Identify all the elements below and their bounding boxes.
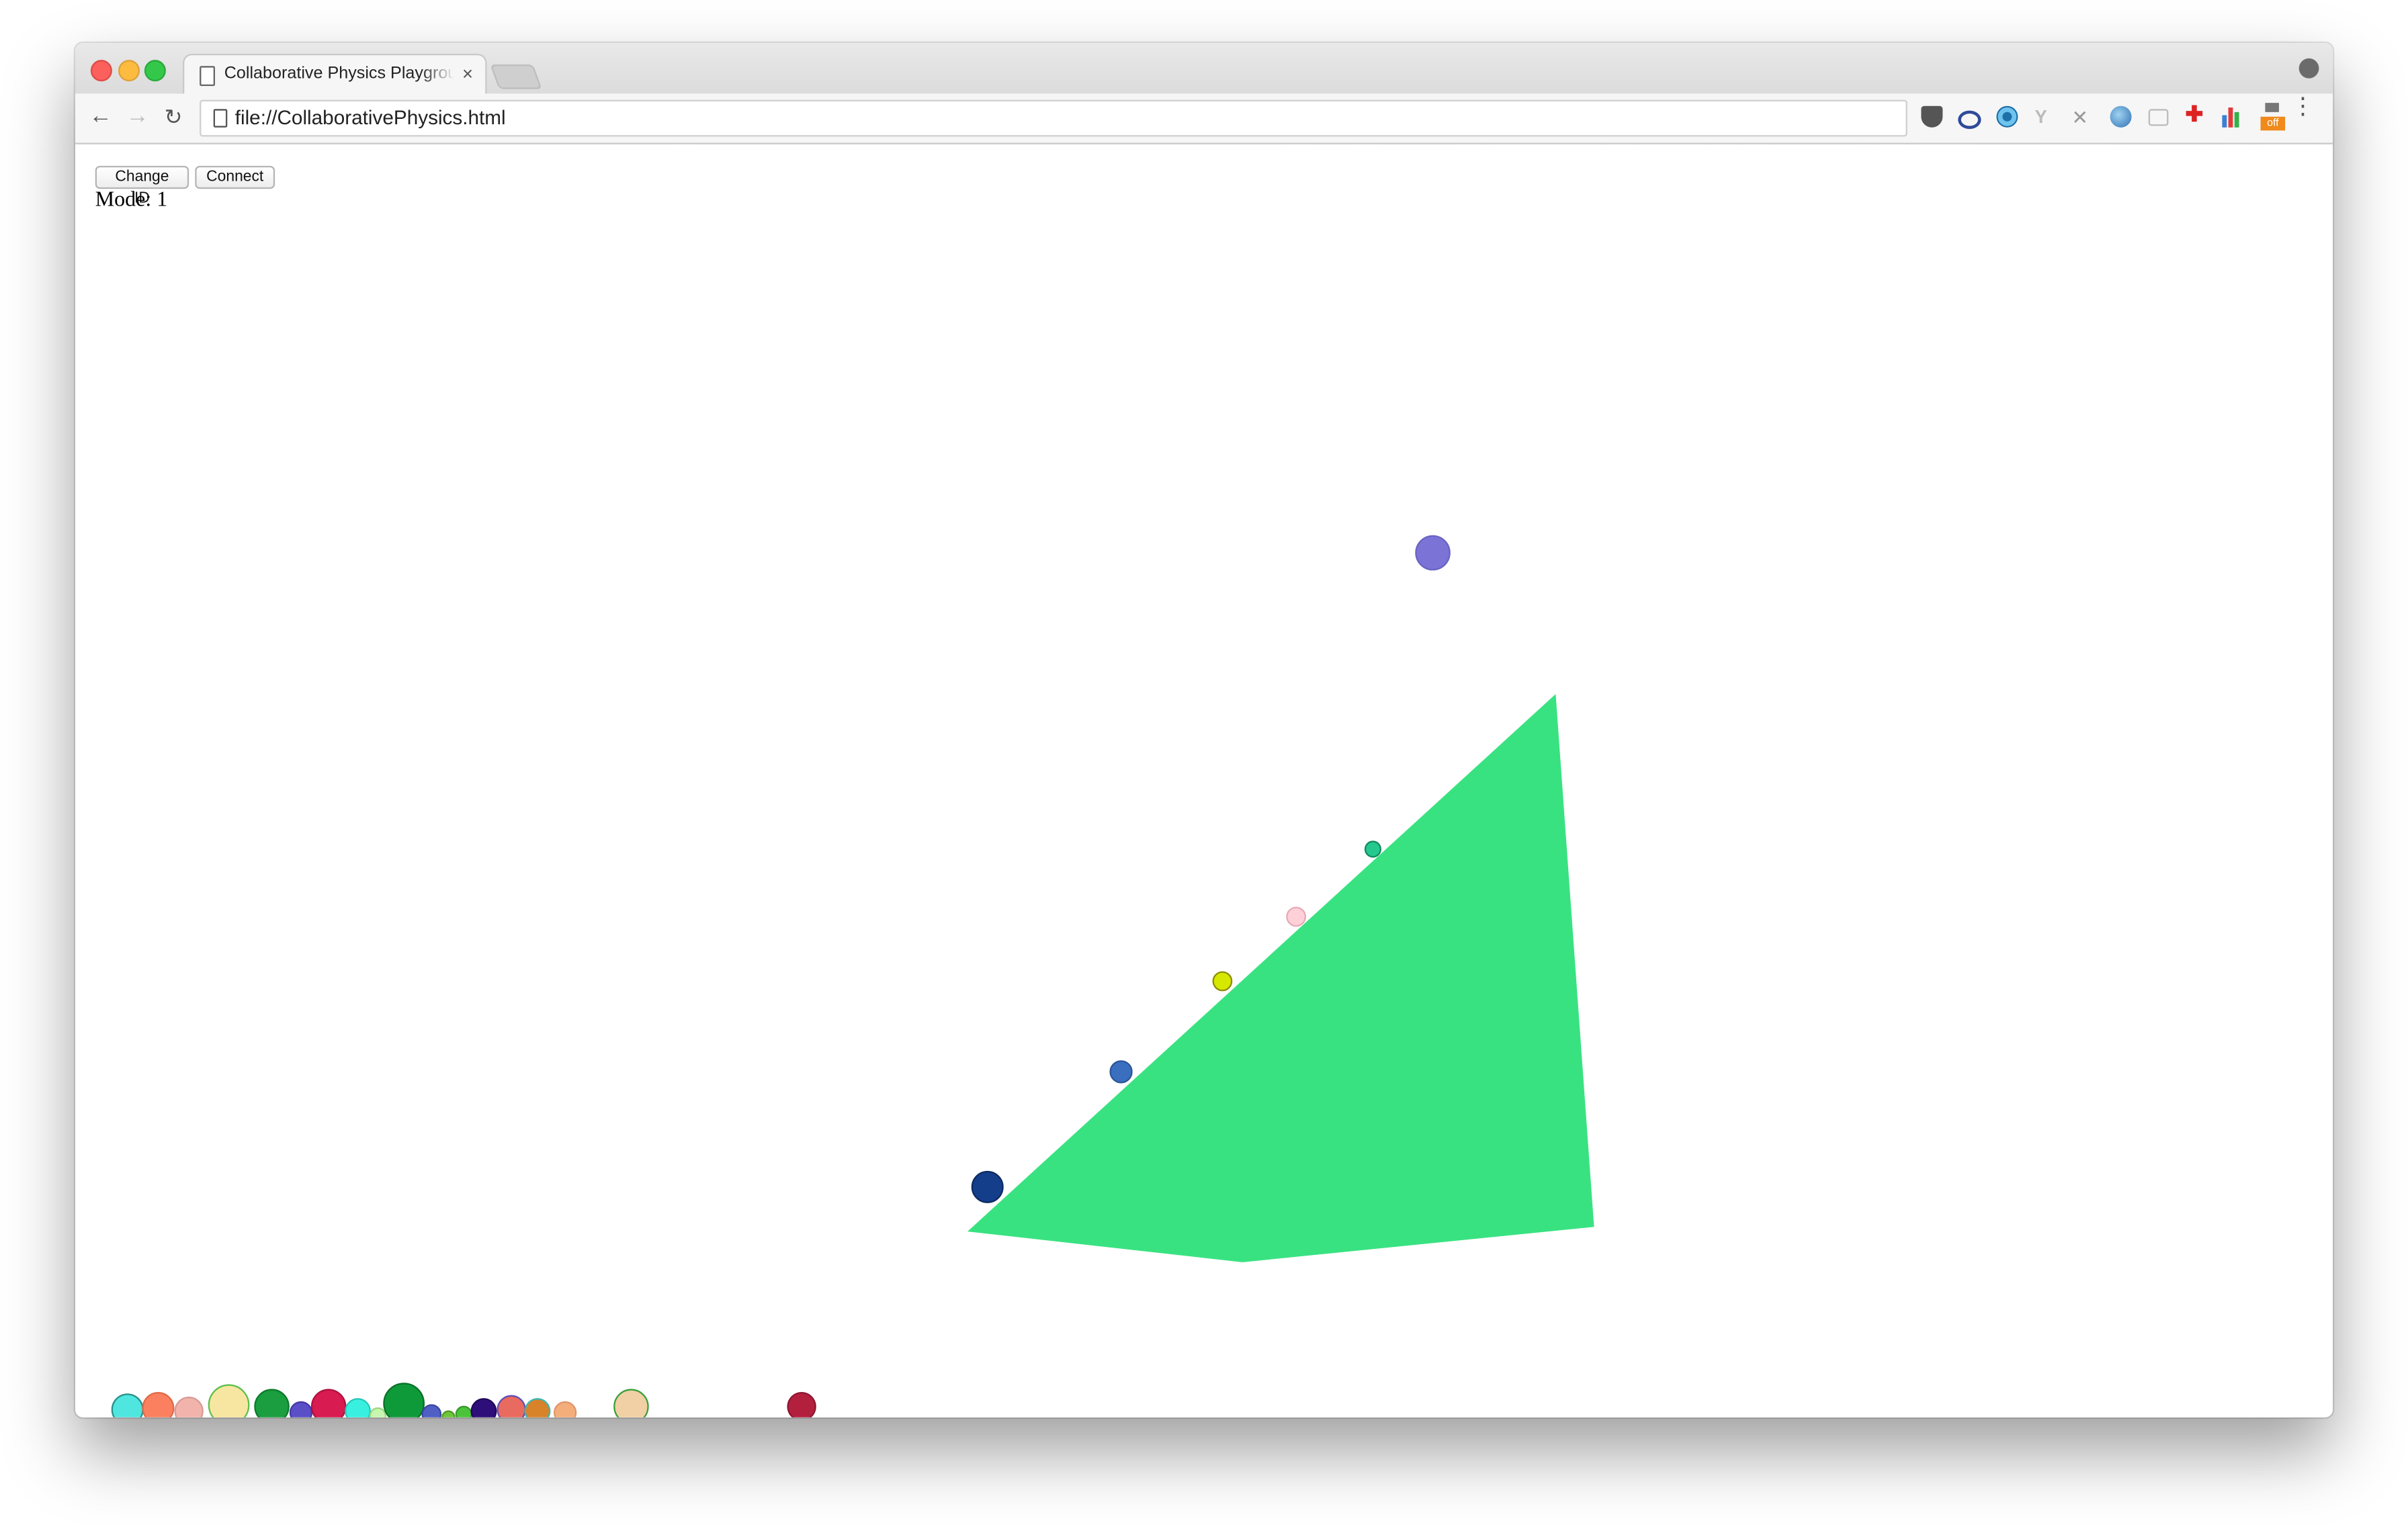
ball-deep-purple[interactable]: [470, 1398, 497, 1418]
globe-extension-icon[interactable]: [2110, 105, 2132, 128]
ball-orange[interactable]: [524, 1398, 551, 1418]
ball-salmon[interactable]: [142, 1391, 175, 1418]
green-polygon[interactable]: [967, 694, 1594, 1262]
ball-grass[interactable]: [455, 1405, 472, 1418]
tab-title: Collaborative Physics Playground: [224, 64, 455, 83]
target-extension-icon[interactable]: [1996, 105, 2018, 128]
plus-extension-icon[interactable]: ✚: [2186, 101, 2207, 126]
maximize-window-button[interactable]: [144, 60, 166, 82]
tab-close-icon[interactable]: ×: [462, 63, 473, 85]
change-id-button[interactable]: Change ID: [95, 165, 189, 208]
bag-icon: [2265, 103, 2279, 112]
ball-indigo[interactable]: [289, 1401, 313, 1418]
ball-navy[interactable]: [971, 1170, 1004, 1203]
menu-dots-icon[interactable]: ⋮: [2291, 95, 2314, 118]
profile-icon[interactable]: [2298, 58, 2319, 79]
address-bar[interactable]: file://CollaborativePhysics.html: [200, 99, 1907, 137]
off-extension-icon[interactable]: off: [2260, 103, 2286, 131]
mode-label: Mode: 1: [95, 189, 168, 212]
ball-tan[interactable]: [613, 1389, 649, 1418]
forward-arrow-icon[interactable]: →: [126, 103, 148, 129]
ball-lime[interactable]: [441, 1410, 456, 1418]
url-text[interactable]: file://CollaborativePhysics.html: [235, 106, 506, 129]
eye-extension-icon[interactable]: [1958, 110, 1981, 129]
file-icon: [213, 109, 228, 128]
ball-pink[interactable]: [1286, 906, 1306, 927]
page-viewport: Change ID Connect Mode: 1: [75, 144, 2333, 1418]
ball-coral[interactable]: [497, 1395, 526, 1418]
reload-icon[interactable]: ↻: [165, 104, 183, 130]
ball-green[interactable]: [254, 1389, 290, 1418]
pin-extension-icon[interactable]: ✕: [2071, 106, 2093, 129]
ball-cream[interactable]: [208, 1384, 250, 1418]
browser-tab[interactable]: Collaborative Physics Playground ×: [182, 53, 487, 95]
ball-crimson[interactable]: [310, 1389, 347, 1418]
ball-maroon[interactable]: [787, 1391, 816, 1418]
physics-canvas[interactable]: [75, 144, 2333, 1418]
ball-forest[interactable]: [383, 1383, 425, 1418]
screen: Collaborative Physics Playground × ← → ↻…: [0, 0, 2408, 1525]
chat-extension-icon[interactable]: [2148, 109, 2169, 126]
title-bar: Collaborative Physics Playground ×: [75, 42, 2333, 95]
ball-aqua[interactable]: [345, 1398, 371, 1418]
page-icon: [200, 66, 215, 86]
ball-peach[interactable]: [553, 1401, 577, 1418]
browser-window: Collaborative Physics Playground × ← → ↻…: [75, 42, 2333, 1418]
ball-slate-blue[interactable]: [421, 1404, 442, 1418]
ball-blue-purple[interactable]: [1415, 535, 1451, 571]
ball-teal[interactable]: [1364, 840, 1381, 858]
pocket-extension-icon[interactable]: [1921, 105, 1943, 128]
ball-pale-green[interactable]: [369, 1407, 386, 1418]
ball-steel-blue[interactable]: [1109, 1060, 1133, 1084]
chart-extension-icon[interactable]: [2222, 106, 2243, 128]
minimize-window-button[interactable]: [118, 60, 140, 82]
y-extension-icon[interactable]: Y: [2035, 106, 2057, 128]
ball-rose[interactable]: [174, 1396, 204, 1418]
off-badge: off: [2260, 116, 2286, 131]
new-tab-button[interactable]: [490, 64, 542, 89]
back-arrow-icon[interactable]: ←: [89, 103, 112, 129]
close-window-button[interactable]: [90, 60, 112, 82]
browser-toolbar: ← → ↻ file://CollaborativePhysics.html Y…: [75, 93, 2333, 144]
ball-yellow[interactable]: [1212, 971, 1233, 992]
ball-cyan[interactable]: [111, 1393, 144, 1418]
connect-button[interactable]: Connect: [195, 165, 275, 189]
